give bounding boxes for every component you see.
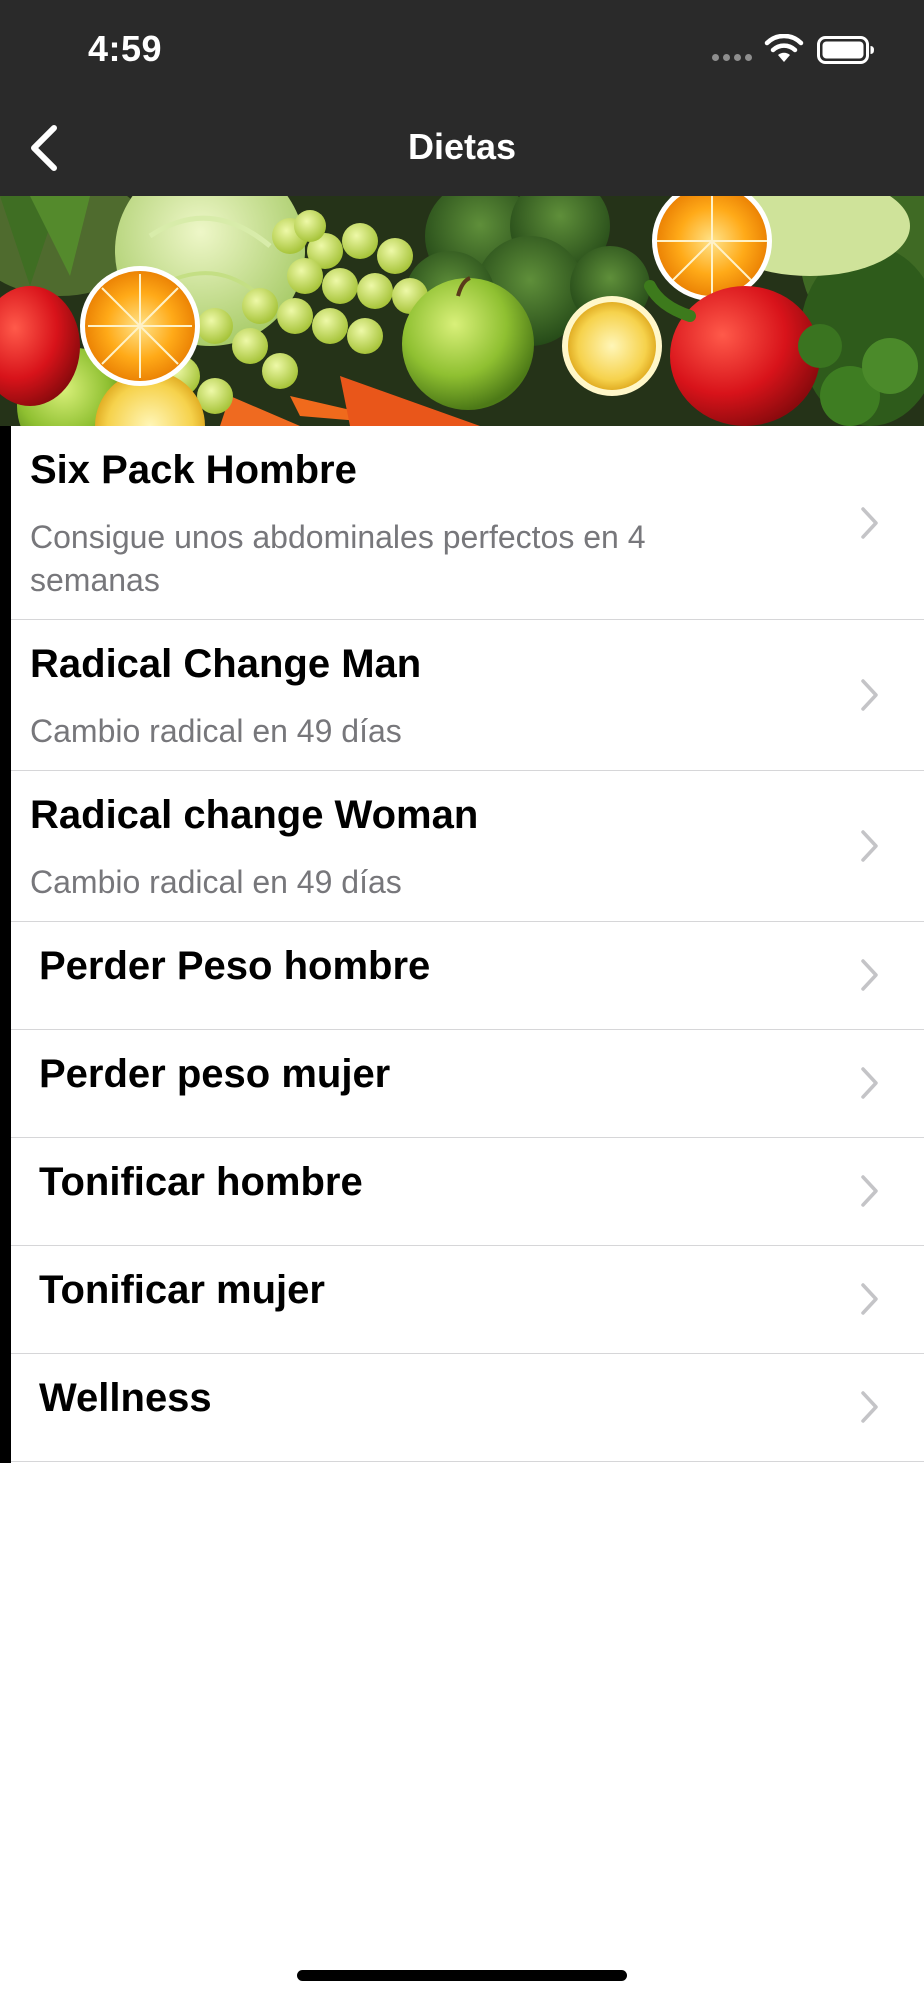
chevron-right-icon — [861, 1067, 878, 1099]
chevron-right-icon — [861, 1283, 878, 1315]
list-item-title: Perder peso mujer — [39, 1052, 391, 1096]
home-indicator[interactable] — [297, 1970, 627, 1981]
chevron-right-icon — [861, 679, 878, 711]
wifi-icon — [764, 34, 804, 62]
status-bar: 4:59 — [0, 0, 924, 100]
signal-dots-icon — [712, 54, 752, 61]
list-item-title: Radical change Woman — [30, 793, 479, 837]
diet-list: Six Pack Hombre Consigue unos abdominale… — [0, 426, 924, 1463]
top-bar: 4:59 Dietas — [0, 0, 924, 196]
row-accent-bar — [0, 1354, 11, 1463]
hero-image — [0, 196, 924, 426]
row-accent-bar — [0, 1030, 11, 1139]
list-item-title: Perder Peso hombre — [39, 944, 431, 988]
list-item-subtitle: Consigue unos abdominales perfectos en 4… — [30, 519, 646, 598]
list-item-radical-change-woman[interactable]: Radical change Woman Cambio radical en 4… — [0, 771, 924, 923]
chevron-right-icon — [861, 507, 878, 539]
list-item-radical-change-man[interactable]: Radical Change Man Cambio radical en 49 … — [0, 620, 924, 772]
list-item-six-pack-hombre[interactable]: Six Pack Hombre Consigue unos abdominale… — [0, 426, 924, 621]
list-item-subtitle: Cambio radical en 49 días — [30, 864, 402, 900]
row-accent-bar — [0, 771, 11, 923]
list-item-perder-peso-mujer[interactable]: Perder peso mujer — [0, 1030, 924, 1139]
list-item-title: Radical Change Man — [30, 642, 422, 686]
list-item-tonificar-hombre[interactable]: Tonificar hombre — [0, 1138, 924, 1247]
vegetables-photo — [0, 196, 924, 426]
navigation-bar: Dietas — [0, 100, 924, 196]
list-item-wellness[interactable]: Wellness — [0, 1354, 924, 1463]
row-accent-bar — [0, 1138, 11, 1247]
list-item-title: Six Pack Hombre — [30, 448, 357, 492]
app-screen: 4:59 Dietas Six Pack Hombre Consigue uno… — [0, 0, 924, 2000]
chevron-right-icon — [861, 959, 878, 991]
battery-icon — [817, 36, 874, 64]
row-accent-bar — [0, 922, 11, 1031]
row-accent-bar — [0, 426, 11, 621]
list-item-title: Tonificar mujer — [39, 1268, 325, 1312]
list-item-perder-peso-hombre[interactable]: Perder Peso hombre — [0, 922, 924, 1031]
row-accent-bar — [0, 1246, 11, 1355]
list-item-subtitle: Cambio radical en 49 días — [30, 713, 402, 749]
chevron-right-icon — [861, 1391, 878, 1423]
page-title: Dietas — [407, 126, 517, 167]
list-item-tonificar-mujer[interactable]: Tonificar mujer — [0, 1246, 924, 1355]
list-item-title: Wellness — [39, 1376, 212, 1420]
status-time: 4:59 — [88, 28, 163, 69]
chevron-right-icon — [861, 830, 878, 862]
list-item-title: Tonificar hombre — [39, 1160, 363, 1204]
row-accent-bar — [0, 620, 11, 772]
chevron-right-icon — [861, 1175, 878, 1207]
